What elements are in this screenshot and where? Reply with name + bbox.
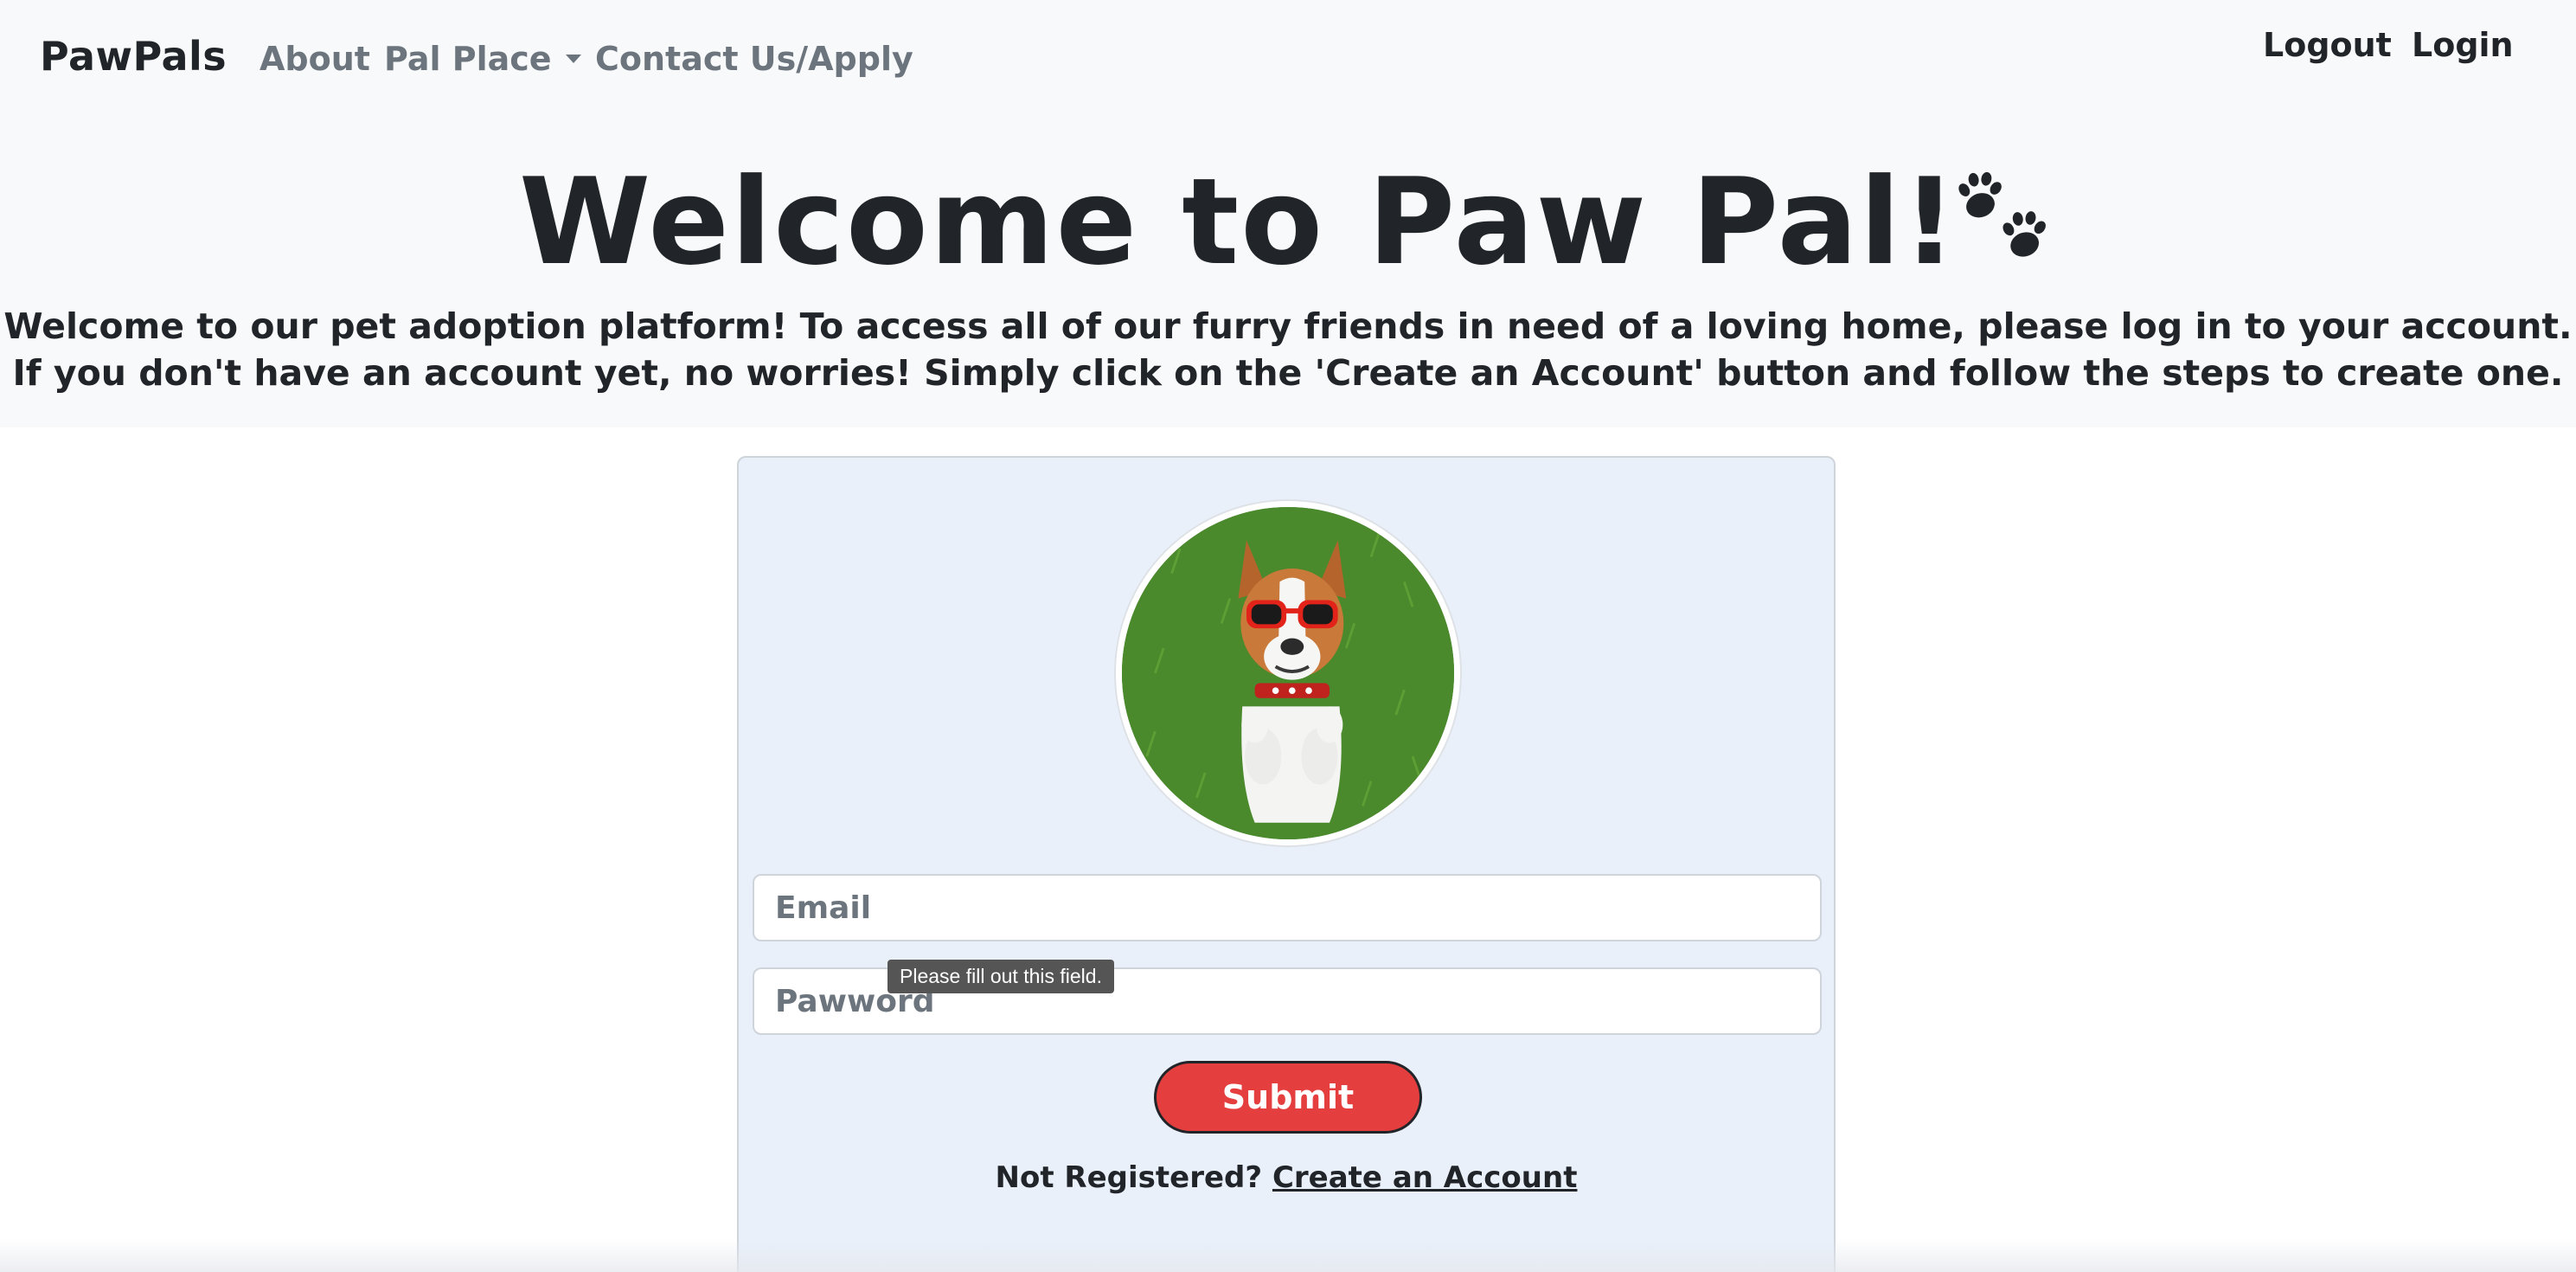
login-link[interactable]: Login <box>2412 26 2514 64</box>
paw-prints-icon <box>1958 171 2046 257</box>
nav-link-contact[interactable]: Contact Us/Apply <box>595 40 913 78</box>
login-card: Please fill out this field. Submit Not R… <box>737 456 1836 1272</box>
page-title-text: Welcome to Paw Pal! <box>519 152 1958 292</box>
email-field[interactable] <box>753 874 1822 941</box>
page-title: Welcome to Paw Pal! <box>0 149 2576 296</box>
dog-with-sunglasses-photo <box>1122 507 1454 839</box>
create-account-link[interactable]: Create an Account <box>1272 1160 1578 1195</box>
register-prompt-line: Not Registered? Create an Account <box>739 1160 1834 1195</box>
logout-link[interactable]: Logout <box>2263 26 2392 64</box>
page-subtitle: Welcome to our pet adoption platform! To… <box>0 303 2576 396</box>
nav-link-about[interactable]: About <box>260 40 370 78</box>
nav-dropdown-label: Pal Place <box>384 40 552 78</box>
chevron-down-icon <box>565 54 581 63</box>
dog-avatar <box>1116 501 1460 845</box>
subtitle-line: Welcome to our pet adoption platform! To… <box>3 305 2573 347</box>
validation-tooltip: Please fill out this field. <box>888 960 1114 993</box>
submit-button[interactable]: Submit <box>1154 1061 1422 1134</box>
navbar: PawPals About Pal Place Contact Us/Apply… <box>0 0 2576 121</box>
nav-dropdown-pal-place[interactable]: Pal Place <box>384 40 581 78</box>
subtitle-line: If you don't have an account yet, no wor… <box>12 352 2564 394</box>
brand-logo[interactable]: PawPals <box>40 33 227 80</box>
register-prompt: Not Registered? <box>995 1160 1263 1195</box>
